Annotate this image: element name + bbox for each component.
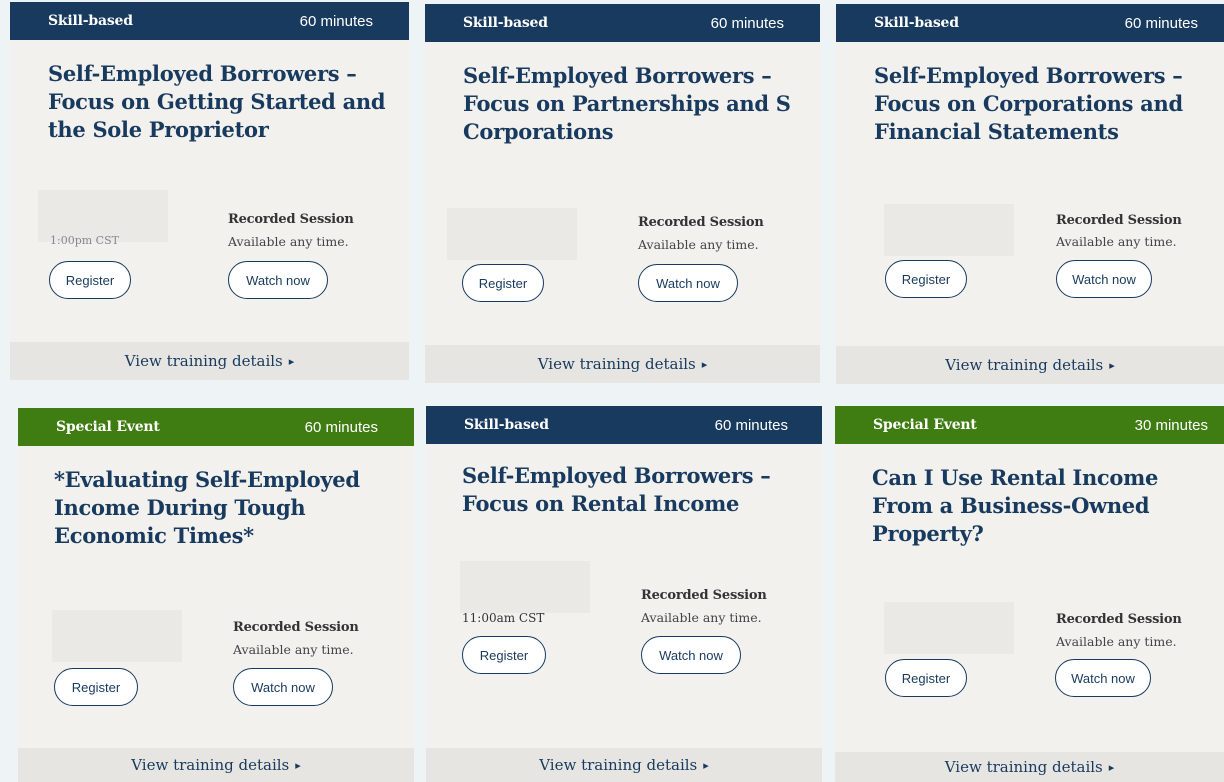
- card-header: Skill-based 60 minutes: [425, 4, 820, 42]
- recorded-session-availability: Available any time.: [1056, 634, 1177, 649]
- view-training-details-link[interactable]: View training details ▸: [10, 342, 409, 380]
- recorded-session-availability: Available any time.: [638, 237, 759, 252]
- duration-label: 30 minutes: [1134, 416, 1208, 434]
- view-details-label: View training details: [124, 352, 283, 370]
- arrow-right-icon: ▸: [1108, 760, 1115, 774]
- training-title: Can I Use Rental Income From a Business-…: [872, 465, 1159, 546]
- arrow-right-icon: ▸: [295, 758, 301, 772]
- duration-label: 60 minutes: [304, 418, 378, 436]
- register-button[interactable]: Register: [49, 261, 131, 299]
- view-details-label: View training details: [539, 756, 698, 774]
- view-training-details-link[interactable]: View training details ▸: [18, 748, 414, 782]
- category-label: Skill-based: [874, 15, 959, 31]
- duration-label: 60 minutes: [714, 416, 788, 434]
- card-header: Skill-based 60 minutes: [10, 2, 409, 40]
- recorded-session-title: Recorded Session: [1056, 213, 1182, 228]
- duration-label: 60 minutes: [299, 12, 373, 30]
- category-label: Skill-based: [464, 417, 549, 433]
- training-card: Skill-based 60 minutes Self-Employed Bor…: [426, 406, 822, 782]
- category-label: Skill-based: [463, 15, 548, 31]
- duration-label: 60 minutes: [1124, 14, 1198, 32]
- watch-now-button[interactable]: Watch now: [1056, 260, 1152, 298]
- view-details-label: View training details: [131, 756, 290, 774]
- training-card: Skill-based 60 minutes Self-Employed Bor…: [425, 4, 820, 383]
- recorded-session-title: Recorded Session: [1056, 612, 1182, 627]
- session-time: 1:00pm CST: [50, 234, 119, 247]
- watch-now-button[interactable]: Watch now: [233, 668, 333, 706]
- training-title: Self-Employed Borrowers – Focus on Getti…: [48, 61, 386, 142]
- register-button[interactable]: Register: [885, 659, 967, 697]
- training-card: Skill-based 60 minutes Self-Employed Bor…: [10, 2, 409, 380]
- date-placeholder: [884, 602, 1014, 654]
- recorded-session-availability: Available any time.: [641, 610, 762, 625]
- register-button[interactable]: Register: [462, 264, 544, 302]
- category-label: Special Event: [56, 419, 160, 435]
- training-title: Self-Employed Borrowers – Focus on Corpo…: [874, 63, 1183, 144]
- date-placeholder: [447, 208, 577, 260]
- card-header: Special Event 60 minutes: [18, 408, 414, 446]
- view-training-details-link[interactable]: View training details ▸: [835, 752, 1224, 782]
- card-header: Skill-based 60 minutes: [426, 406, 822, 444]
- recorded-session-title: Recorded Session: [228, 212, 354, 227]
- card-header: Special Event 30 minutes: [835, 406, 1224, 444]
- training-card: Special Event 30 minutes Can I Use Renta…: [835, 406, 1224, 782]
- watch-now-button[interactable]: Watch now: [638, 264, 738, 302]
- watch-now-button[interactable]: Watch now: [228, 261, 328, 299]
- training-title: *Evaluating Self-Employed Income During …: [54, 467, 360, 548]
- recorded-session-availability: Available any time.: [1056, 234, 1177, 249]
- recorded-session-title: Recorded Session: [641, 588, 767, 603]
- training-title: Self-Employed Borrowers – Focus on Partn…: [463, 63, 791, 144]
- view-training-details-link[interactable]: View training details ▸: [836, 346, 1224, 384]
- session-time: 11:00am CST: [462, 611, 545, 625]
- recorded-session-availability: Available any time.: [228, 234, 349, 249]
- recorded-session-title: Recorded Session: [233, 620, 359, 635]
- watch-now-button[interactable]: Watch now: [1055, 659, 1151, 697]
- duration-label: 60 minutes: [710, 14, 784, 32]
- view-training-details-link[interactable]: View training details ▸: [425, 345, 820, 383]
- arrow-right-icon: ▸: [703, 758, 709, 772]
- category-label: Special Event: [873, 417, 977, 433]
- view-details-label: View training details: [944, 758, 1103, 776]
- date-placeholder: [52, 610, 182, 662]
- recorded-session-title: Recorded Session: [638, 215, 764, 230]
- register-button[interactable]: Register: [54, 668, 138, 706]
- date-placeholder: [460, 561, 590, 613]
- view-details-label: View training details: [945, 356, 1104, 374]
- card-header: Skill-based 60 minutes: [836, 4, 1224, 42]
- register-button[interactable]: Register: [462, 636, 546, 674]
- recorded-session-availability: Available any time.: [233, 642, 354, 657]
- training-card: Special Event 60 minutes *Evaluating Sel…: [18, 408, 414, 782]
- category-label: Skill-based: [48, 13, 133, 29]
- arrow-right-icon: ▸: [701, 357, 708, 371]
- watch-now-button[interactable]: Watch now: [641, 636, 741, 674]
- training-title: Self-Employed Borrowers – Focus on Renta…: [462, 463, 771, 516]
- date-placeholder: [884, 204, 1014, 256]
- register-button[interactable]: Register: [885, 260, 967, 298]
- view-details-label: View training details: [537, 355, 696, 373]
- arrow-right-icon: ▸: [1109, 358, 1115, 372]
- view-training-details-link[interactable]: View training details ▸: [426, 748, 822, 782]
- training-card: Skill-based 60 minutes Self-Employed Bor…: [836, 4, 1224, 384]
- arrow-right-icon: ▸: [288, 354, 295, 368]
